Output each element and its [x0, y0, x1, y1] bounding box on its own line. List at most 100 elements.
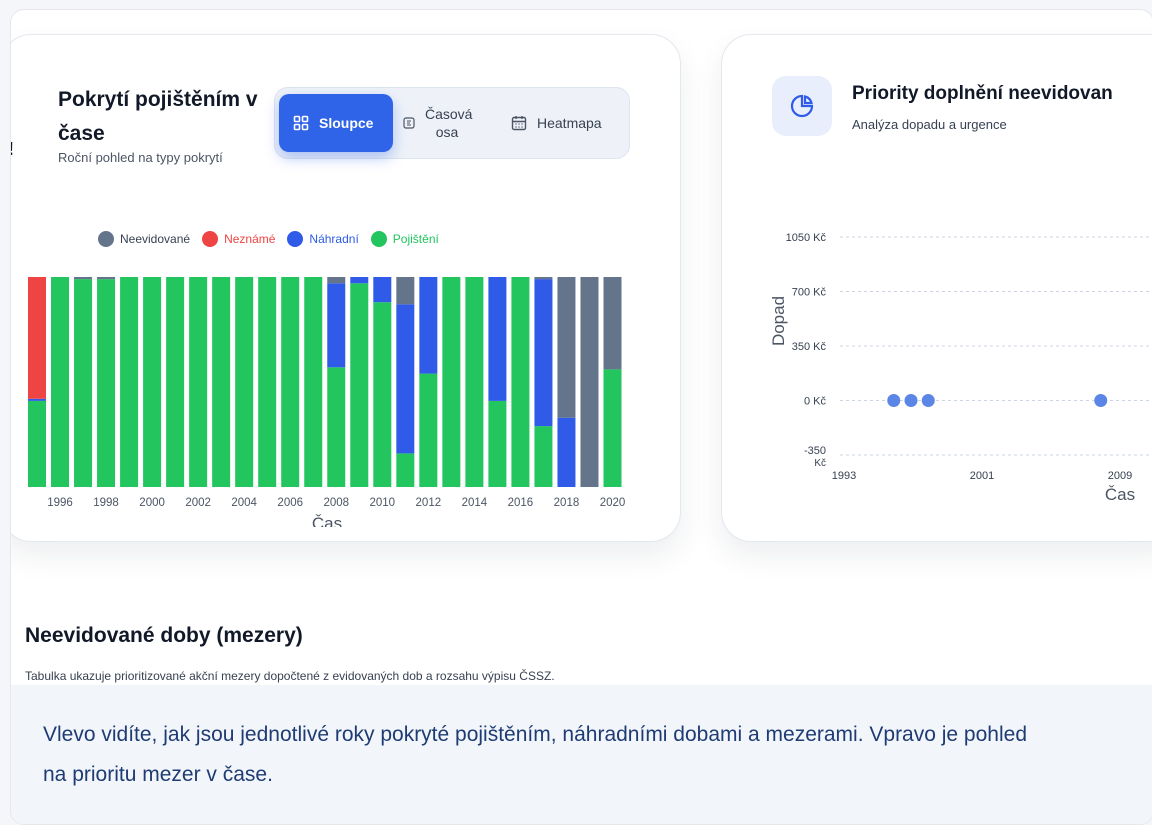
legend-item-unrecorded[interactable]: Neevidované	[98, 231, 190, 247]
bar-segment	[327, 283, 346, 368]
x-tick-label: 2018	[554, 497, 580, 509]
y-axis-title: Dopad	[769, 296, 788, 346]
edge-mark: !	[11, 139, 14, 160]
coverage-subtitle: Roční pohled na typy pokrytí	[58, 150, 223, 165]
legend-dot	[202, 231, 219, 247]
x-tick-label: 2020	[600, 497, 626, 509]
scatter-point	[904, 394, 918, 407]
legend-label: Neevidované	[120, 232, 191, 246]
x-tick-label: 2016	[508, 497, 534, 509]
view-toggle-columns-label: Sloupce	[319, 115, 374, 131]
priority-subtitle: Analýza dopadu a urgence	[852, 117, 1007, 132]
coverage-bar-chart: ííííí1996 1998 2000 2002 2004 2006 2008 2010 201…	[28, 277, 626, 527]
x-tick-label: 2006	[277, 497, 303, 509]
bar-segment	[534, 426, 553, 487]
bar-segment	[511, 277, 530, 487]
bar-segment	[28, 398, 46, 401]
view-toggle-timeline-label: Časová osa	[425, 106, 473, 140]
view-toggle-columns[interactable]: Sloupce	[279, 94, 393, 152]
bar-segment	[74, 279, 93, 487]
pie-chart-icon	[772, 76, 832, 136]
bar-segment	[373, 277, 392, 303]
bar-segment	[143, 277, 162, 487]
bar-segment	[557, 277, 576, 418]
x-axis-title: Čas	[312, 514, 342, 527]
bar-segment	[396, 453, 415, 487]
y-tick-label: -350	[804, 445, 826, 457]
bar-segment	[281, 277, 300, 487]
section-subtitle: Tabulka ukazuje prioritizované akční mez…	[25, 669, 555, 683]
bar-segment	[97, 277, 116, 280]
x-tick-label: 2010	[370, 497, 396, 509]
bar-segment	[488, 400, 507, 487]
bar-segment	[212, 277, 231, 487]
legend-label: Náhradní	[309, 232, 359, 246]
legend-dot	[98, 231, 114, 247]
bar-segment	[97, 279, 116, 487]
y-tick-label: 1050 Kč	[786, 232, 827, 244]
bar-segment	[396, 304, 415, 454]
bar-segment	[304, 277, 323, 487]
chart-legend: Neevidované Neznámé Náhradní Pojištění	[98, 231, 451, 247]
section-title: Neevidované doby (mezery)	[25, 624, 303, 647]
bar-segment	[488, 277, 507, 401]
info-note-text: Vlevo vidíte, jak jsou jednotlivé roky p…	[43, 723, 1027, 786]
legend-label: Pojištění	[392, 232, 439, 246]
scatter-point	[887, 394, 901, 407]
x-tick-label: 2000	[139, 497, 165, 509]
legend-dot	[287, 231, 304, 247]
y-tick-label: 0 Kč	[804, 396, 827, 408]
x-tick-label: 2009	[1108, 470, 1132, 482]
coverage-card: ! Pokrytí pojištěním v čase Roční pohled…	[11, 34, 681, 542]
x-tick-label: 2004	[231, 497, 257, 509]
priority-scatter-chart: 1050 Kč 700 Kč 350 Kč 0 Kč -350Kč Dopad 1993 20…	[769, 232, 1152, 504]
view-toggle-timeline[interactable]: Časová osa	[403, 98, 483, 148]
app-frame: ! Pokrytí pojištěním v čase Roční pohled…	[10, 9, 1152, 825]
view-toggle-heatmap-label: Heatmapa	[537, 115, 602, 131]
scatter-point	[1094, 394, 1108, 407]
bar-segment	[166, 277, 185, 487]
bar-segment	[534, 279, 553, 427]
x-tick-label: 1998	[93, 497, 119, 509]
priority-title: Priority doplnění neevidovan	[852, 83, 1113, 104]
legend-item-insured[interactable]: Pojištění	[370, 231, 439, 247]
bar-segment	[74, 277, 93, 280]
bar-segment	[327, 277, 346, 284]
bar-segment	[373, 302, 392, 487]
bar-segment	[51, 277, 70, 487]
calendar-icon	[511, 115, 527, 131]
legend-label: Neznámé	[224, 232, 276, 246]
scatter-point	[921, 394, 935, 407]
coverage-title: Pokrytí pojištěním v čase	[58, 88, 258, 145]
y-tick-label: Kč	[814, 458, 826, 469]
y-tick-label: 350 Kč	[792, 341, 827, 353]
x-tick-label: 2012	[416, 497, 442, 509]
bar-segment	[350, 277, 369, 284]
x-tick-label: 2001	[970, 470, 994, 482]
y-tick-label: 700 Kč	[792, 287, 827, 299]
timeline-icon	[403, 117, 415, 129]
x-tick-label: 2014	[462, 497, 488, 509]
bar-segment	[419, 373, 438, 487]
view-toggle: Sloupce Časová osa Heatmapa	[274, 87, 630, 159]
view-toggle-heatmap[interactable]: Heatmapa	[511, 98, 627, 148]
bar-segment	[534, 277, 553, 280]
legend-item-unknown[interactable]: Neznámé	[202, 231, 275, 247]
bar-segment	[419, 277, 438, 374]
legend-item-substitute[interactable]: Náhradní	[287, 231, 359, 247]
bar-segment	[580, 277, 599, 487]
bar-segment	[258, 277, 277, 487]
grid-icon	[293, 115, 309, 131]
x-axis-title: Čas	[1105, 485, 1135, 504]
legend-dot	[370, 231, 387, 247]
bar-segment	[28, 277, 46, 399]
bar-segment	[603, 369, 622, 487]
bar-segment	[465, 277, 484, 487]
x-tick-label: 1996	[47, 497, 73, 509]
bar-segment	[28, 400, 46, 487]
bar-segment	[189, 277, 208, 487]
x-tick-label: 1993	[832, 470, 856, 482]
x-tick-label: 2008	[323, 497, 349, 509]
bar-segment	[557, 417, 576, 487]
bar-segment	[442, 277, 461, 487]
